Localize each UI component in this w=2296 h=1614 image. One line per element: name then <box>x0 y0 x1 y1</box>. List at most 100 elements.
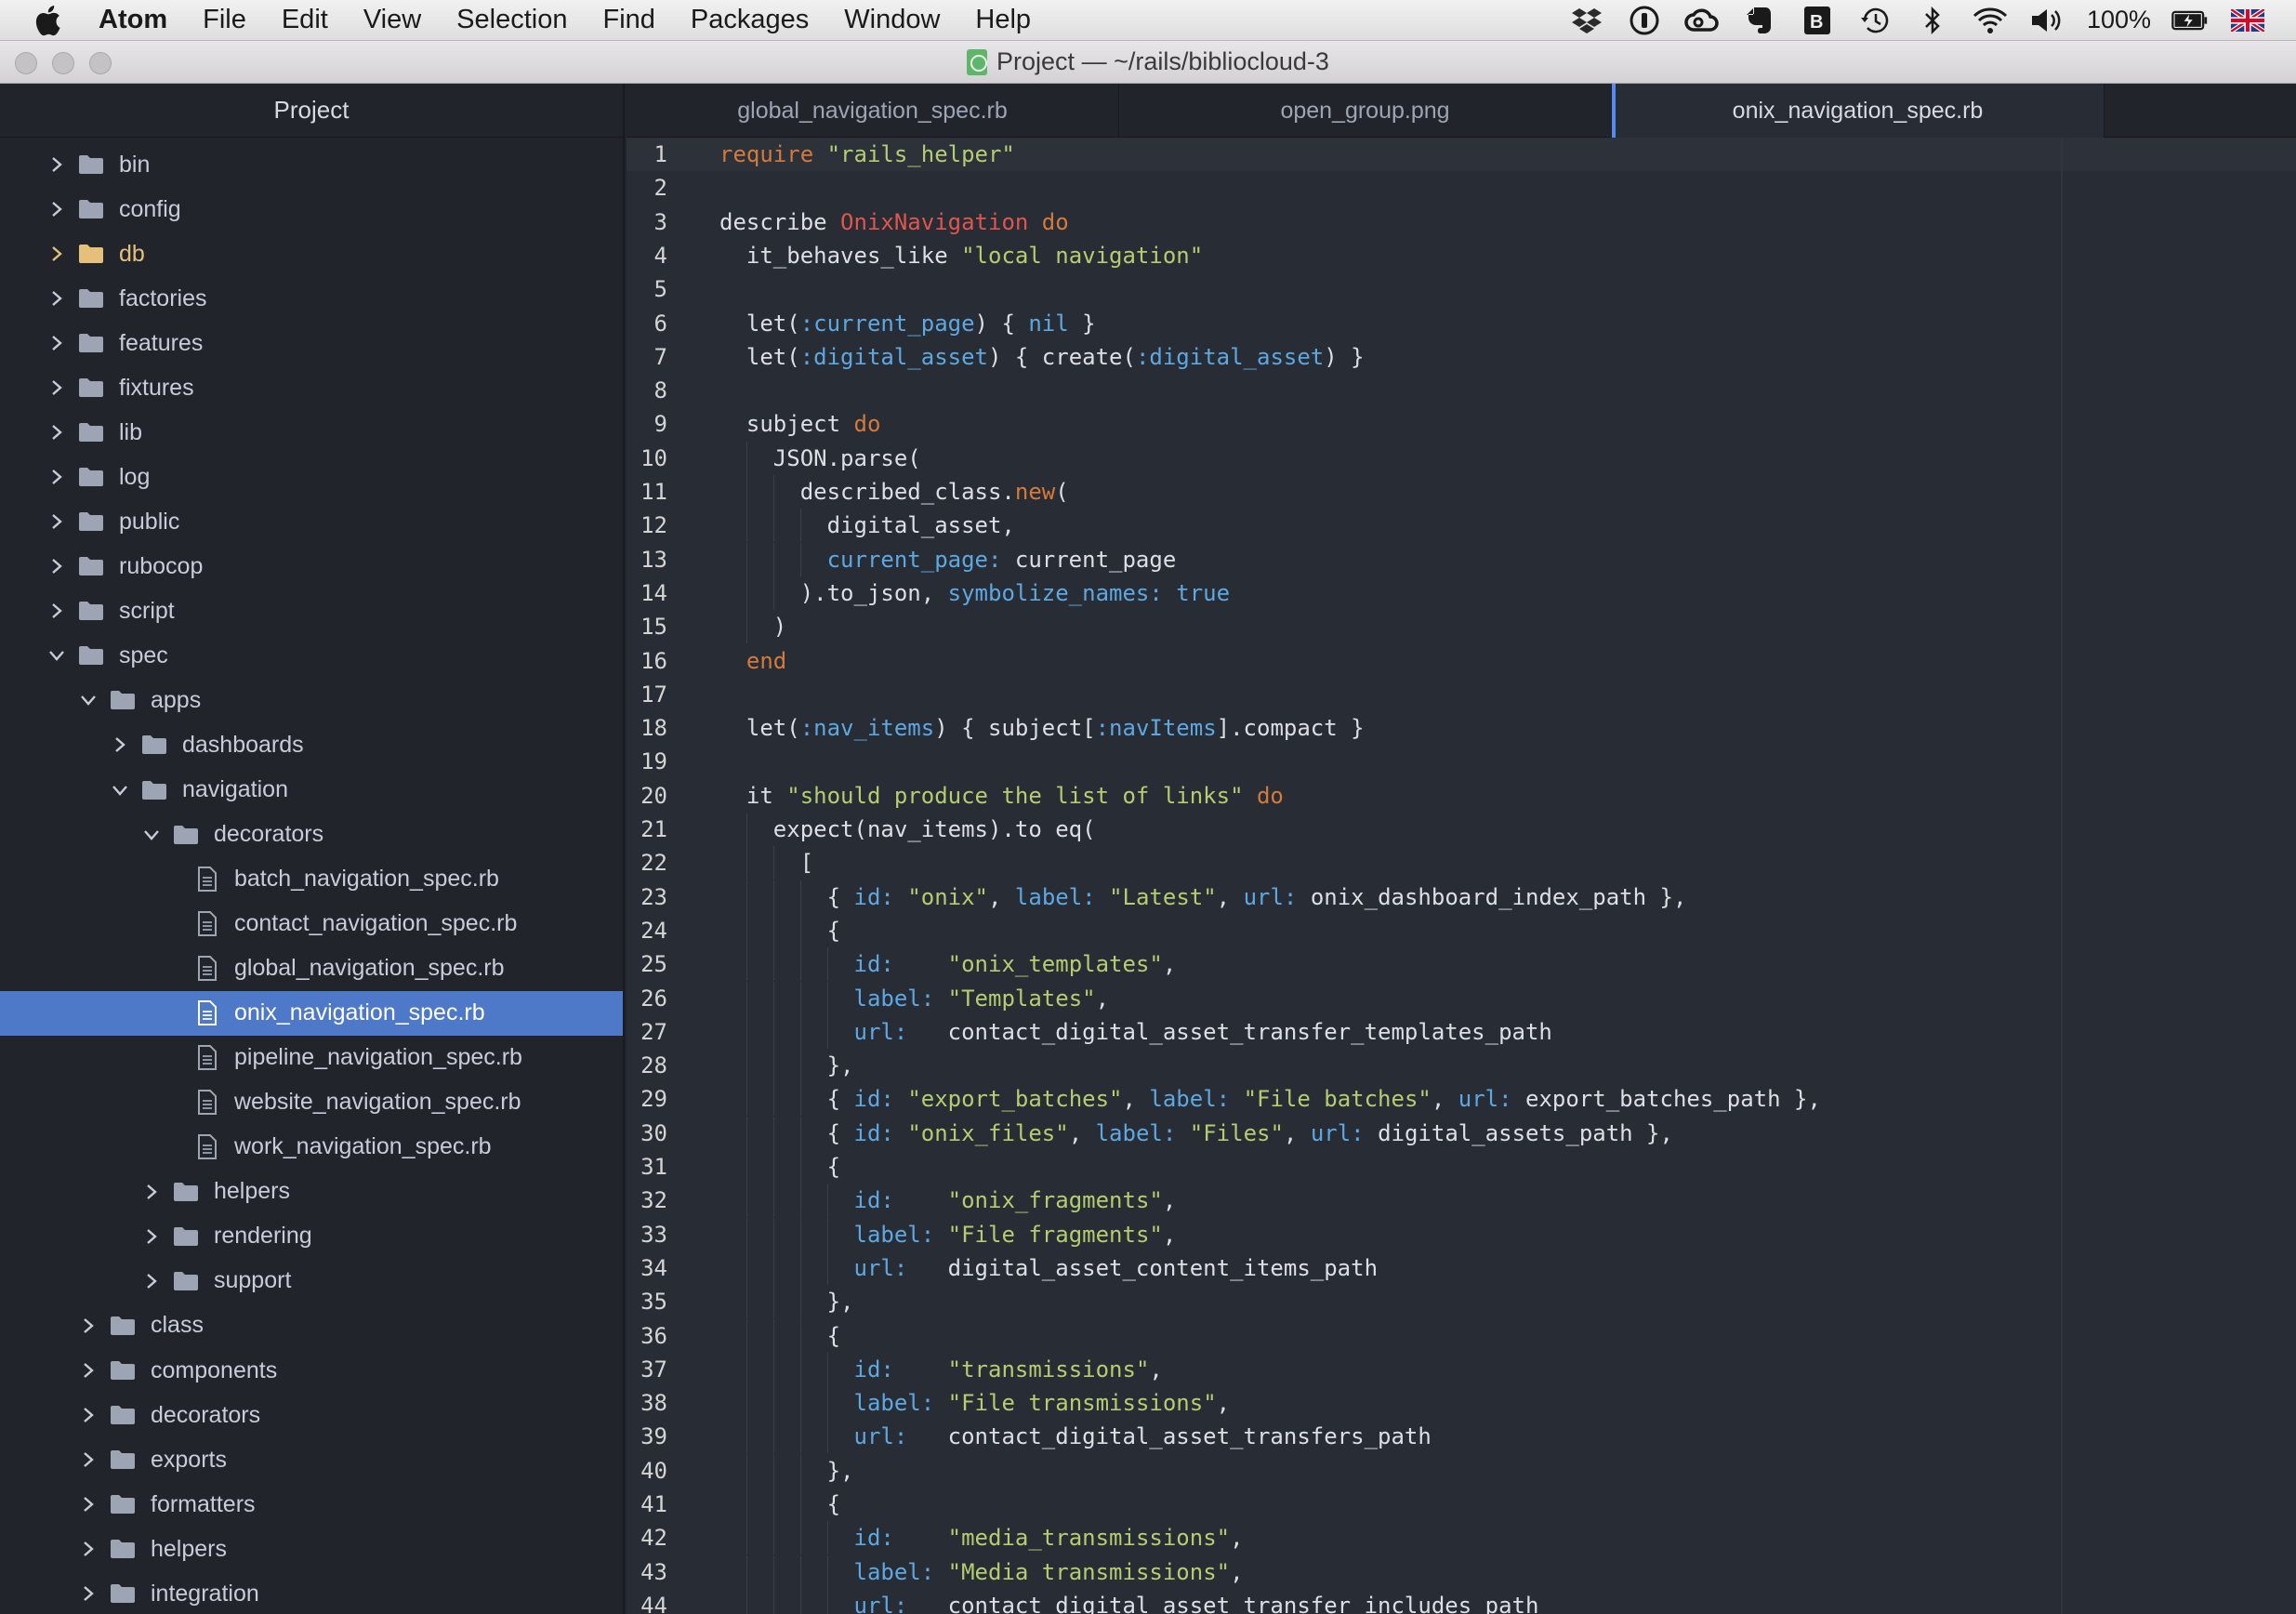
tab-open-group-png[interactable]: open_group.png <box>1119 84 1612 138</box>
chevron-right-icon[interactable] <box>46 601 67 621</box>
code-line: 39 url: contact_digital_asset_transfers_… <box>627 1420 2296 1454</box>
code-token: id: <box>853 951 894 978</box>
tree-folder-item[interactable]: decorators <box>0 813 623 857</box>
code-text: require "rails_helper" <box>719 141 1015 167</box>
zoom-window-button[interactable] <box>89 52 112 74</box>
tree-file-item[interactable]: contact_navigation_spec.rb <box>0 902 623 946</box>
chevron-right-icon[interactable] <box>141 1182 162 1202</box>
tree-file-item[interactable]: work_navigation_spec.rb <box>0 1125 623 1170</box>
chevron-right-icon[interactable] <box>78 1360 99 1381</box>
tree-folder-item[interactable]: rendering <box>0 1214 623 1259</box>
chevron-right-icon[interactable] <box>78 1583 99 1604</box>
uk-flag-icon[interactable] <box>2229 5 2266 36</box>
dropbox-icon[interactable] <box>1568 5 1605 36</box>
tree-folder-item[interactable]: formatters <box>0 1482 623 1527</box>
code-text: digital_asset, <box>719 512 1015 538</box>
apple-icon[interactable] <box>33 5 71 36</box>
chevron-right-icon[interactable] <box>46 467 67 487</box>
chevron-right-icon[interactable] <box>46 244 67 264</box>
menu-window[interactable]: Window <box>844 5 940 35</box>
tree-folder-item[interactable]: dashboards <box>0 722 623 767</box>
code-line: 15 ) <box>627 610 2296 644</box>
menu-selection[interactable]: Selection <box>456 5 567 35</box>
tab-onix-navigation-spec[interactable]: onix_navigation_spec.rb <box>1612 84 2105 138</box>
chevron-right-icon[interactable] <box>78 1449 99 1470</box>
tree-folder-item[interactable]: lib <box>0 410 623 455</box>
creative-cloud-icon[interactable] <box>1683 5 1721 36</box>
tree-file-item[interactable]: onix_navigation_spec.rb <box>0 990 623 1036</box>
chevron-right-icon[interactable] <box>46 422 67 443</box>
tree-file-item[interactable]: website_navigation_spec.rb <box>0 1080 623 1125</box>
tree-folder-item[interactable]: bin <box>0 142 623 187</box>
chevron-right-icon[interactable] <box>78 1405 99 1425</box>
chevron-right-icon[interactable] <box>78 1539 99 1559</box>
chevron-right-icon[interactable] <box>46 556 67 576</box>
chevron-right-icon[interactable] <box>78 1316 99 1336</box>
chevron-down-icon[interactable] <box>141 825 162 845</box>
volume-icon[interactable] <box>2029 5 2066 36</box>
chevron-down-icon[interactable] <box>46 645 67 666</box>
tree-folder-item[interactable]: log <box>0 455 623 499</box>
tree-folder-item[interactable]: helpers <box>0 1527 623 1571</box>
menu-view[interactable]: View <box>363 5 421 35</box>
battery-icon[interactable] <box>2171 5 2209 36</box>
1password-icon[interactable] <box>1626 5 1663 36</box>
bbedit-icon[interactable]: B <box>1799 5 1836 36</box>
menu-file[interactable]: File <box>203 5 246 35</box>
tree-folder-item[interactable]: config <box>0 187 623 232</box>
menu-edit[interactable]: Edit <box>282 5 328 35</box>
chevron-right-icon[interactable] <box>141 1271 162 1291</box>
tree-folder-item[interactable]: components <box>0 1348 623 1393</box>
chevron-right-icon[interactable] <box>46 377 67 398</box>
code-token: :digital_asset <box>1135 343 1325 370</box>
tab-global-navigation-spec[interactable]: global_navigation_spec.rb <box>627 84 1119 138</box>
bluetooth-icon[interactable] <box>1914 5 1951 36</box>
code-line: 2 <box>627 171 2296 205</box>
code-token: let( <box>719 715 800 742</box>
tree-folder-item[interactable]: exports <box>0 1437 623 1482</box>
chevron-right-icon[interactable] <box>78 1494 99 1515</box>
code-token: ) <box>719 614 787 641</box>
evernote-icon[interactable] <box>1741 5 1778 36</box>
code-editor[interactable]: 1 require "rails_helper" 2 3 describe OnixNa… <box>627 138 2296 1614</box>
tree-folder-item[interactable]: support <box>0 1259 623 1303</box>
tree-folder-item[interactable]: decorators <box>0 1393 623 1437</box>
tree-folder-item[interactable]: spec <box>0 633 623 678</box>
tree-folder-item[interactable]: navigation <box>0 768 623 813</box>
code-token: label: <box>1149 1086 1231 1113</box>
tree-file-item[interactable]: pipeline_navigation_spec.rb <box>0 1036 623 1080</box>
chevron-right-icon[interactable] <box>110 734 130 755</box>
tree-folder-item[interactable]: helpers <box>0 1170 623 1214</box>
tree-file-item[interactable]: batch_navigation_spec.rb <box>0 857 623 902</box>
tree-folder-item[interactable]: script <box>0 589 623 633</box>
tree-folder-item[interactable]: apps <box>0 678 623 722</box>
chevron-right-icon[interactable] <box>46 154 67 175</box>
menu-help[interactable]: Help <box>975 5 1031 35</box>
chevron-right-icon[interactable] <box>46 333 67 353</box>
tree-folder-item[interactable]: integration <box>0 1571 623 1614</box>
menu-app-name[interactable]: Atom <box>99 5 167 35</box>
chevron-down-icon[interactable] <box>78 690 99 710</box>
minimize-window-button[interactable] <box>52 52 74 74</box>
code-line: 20 it "should produce the list of links"… <box>627 779 2296 813</box>
line-number: 7 <box>653 343 667 370</box>
menu-find[interactable]: Find <box>602 5 654 35</box>
folder-icon <box>173 1225 199 1248</box>
chevron-right-icon[interactable] <box>46 199 67 219</box>
close-window-button[interactable] <box>15 52 37 74</box>
tree-folder-item[interactable]: features <box>0 321 623 365</box>
chevron-down-icon[interactable] <box>110 780 130 800</box>
chevron-right-icon[interactable] <box>46 511 67 532</box>
tree-folder-item[interactable]: public <box>0 499 623 544</box>
tree-folder-item[interactable]: fixtures <box>0 365 623 410</box>
wifi-icon[interactable] <box>1972 5 2009 36</box>
menu-packages[interactable]: Packages <box>691 5 809 35</box>
time-machine-icon[interactable] <box>1856 5 1894 36</box>
tree-folder-item[interactable]: rubocop <box>0 544 623 589</box>
chevron-right-icon[interactable] <box>46 288 67 309</box>
chevron-right-icon[interactable] <box>141 1226 162 1247</box>
tree-file-item[interactable]: global_navigation_spec.rb <box>0 946 623 991</box>
tree-folder-item[interactable]: db <box>0 232 623 276</box>
tree-folder-item[interactable]: factories <box>0 276 623 321</box>
tree-folder-item[interactable]: class <box>0 1303 623 1348</box>
